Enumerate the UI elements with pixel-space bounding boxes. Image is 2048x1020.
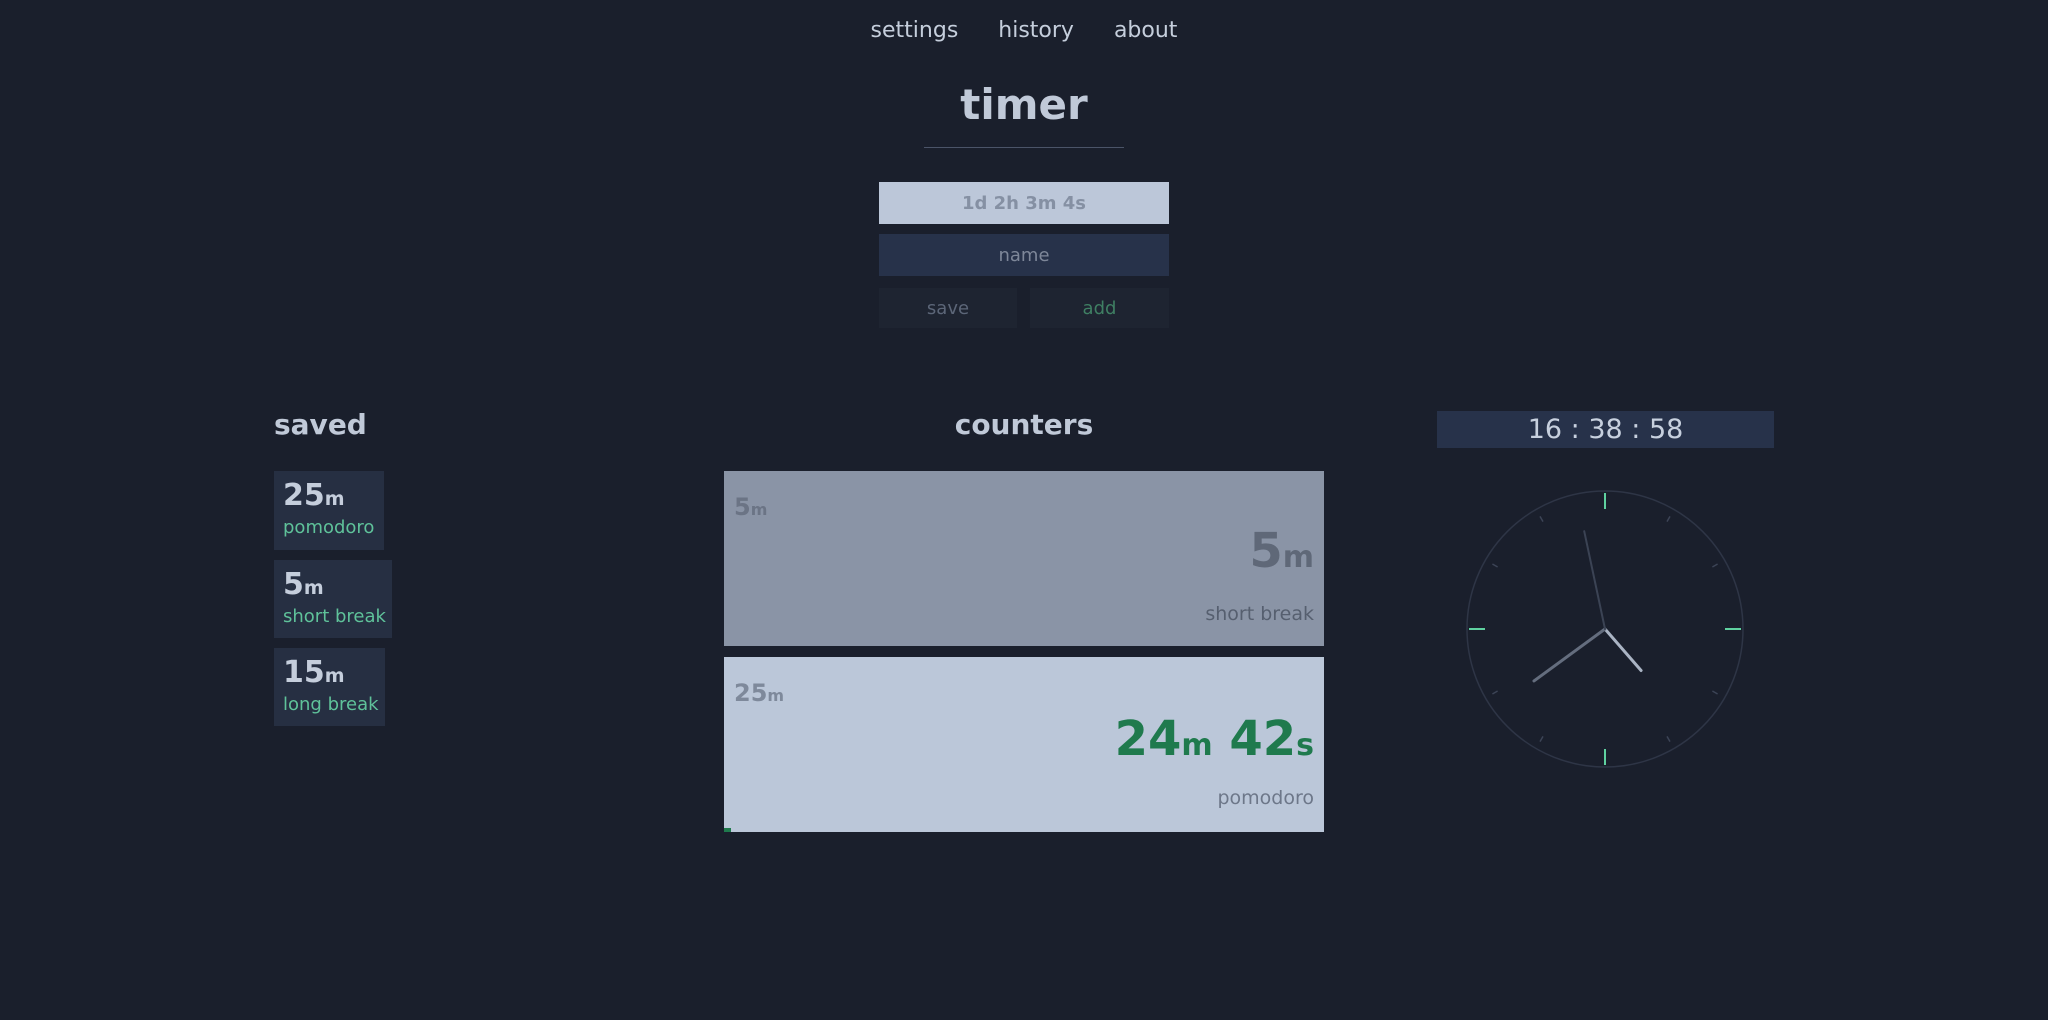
clock-minor-tick — [1492, 563, 1498, 568]
clock-minor-tick — [1492, 690, 1498, 695]
clock-minor-tick — [1666, 736, 1671, 742]
clock-minute-hand — [1532, 627, 1607, 683]
save-button[interactable]: save — [879, 288, 1017, 328]
duration-input[interactable] — [879, 182, 1169, 224]
saved-item-name: pomodoro — [283, 517, 375, 538]
digital-clock: 16 : 38 : 58 — [1437, 411, 1774, 448]
counter-pomodoro[interactable]: 25m 24m 42s pomodoro — [724, 657, 1324, 832]
clock-second-hand — [1583, 530, 1606, 630]
counter-remaining-time: 5m — [1249, 523, 1314, 579]
saved-item-duration: 25m — [283, 478, 345, 513]
clock-minor-tick — [1539, 516, 1544, 522]
nav-settings-link[interactable]: settings — [871, 18, 959, 43]
counter-original-duration: 5m — [734, 493, 768, 521]
saved-item-pomodoro[interactable]: 25m pomodoro — [274, 471, 384, 550]
counter-short-break[interactable]: 5m 5m short break — [724, 471, 1324, 646]
clock-hour-hand — [1603, 627, 1643, 673]
nav-about-link[interactable]: about — [1114, 18, 1177, 43]
analog-clock — [1466, 490, 1744, 768]
name-input[interactable] — [879, 234, 1169, 276]
counter-progress-bar — [724, 828, 732, 832]
counters-heading: counters — [954, 408, 1094, 441]
counter-name: pomodoro — [1217, 787, 1314, 809]
clock-minor-tick — [1666, 516, 1671, 522]
saved-item-name: long break — [283, 694, 379, 715]
clock-minor-tick — [1539, 736, 1544, 742]
add-button[interactable]: add — [1030, 288, 1169, 328]
saved-item-name: short break — [283, 606, 386, 627]
saved-item-short-break[interactable]: 5m short break — [274, 560, 392, 638]
saved-item-long-break[interactable]: 15m long break — [274, 648, 385, 726]
clock-minor-tick — [1712, 563, 1718, 568]
saved-item-duration: 15m — [283, 655, 345, 690]
saved-heading: saved — [274, 408, 367, 441]
saved-item-duration: 5m — [283, 567, 324, 602]
nav-history-link[interactable]: history — [998, 18, 1074, 43]
counter-remaining-time: 24m 42s — [1114, 711, 1314, 767]
title-divider — [924, 147, 1124, 148]
top-nav: settings history about — [0, 18, 2048, 43]
page-title: timer — [960, 80, 1088, 129]
clock-minor-tick — [1712, 690, 1718, 695]
counter-original-duration: 25m — [734, 679, 785, 707]
counter-name: short break — [1205, 603, 1314, 625]
